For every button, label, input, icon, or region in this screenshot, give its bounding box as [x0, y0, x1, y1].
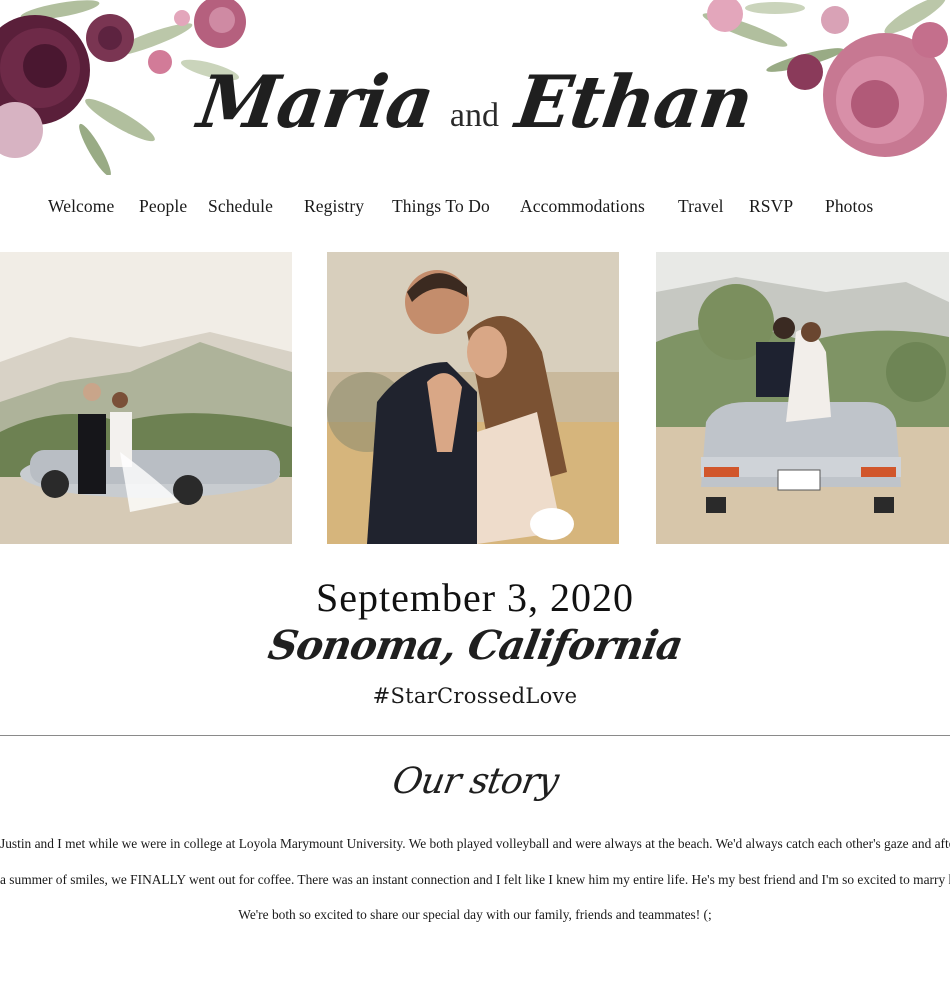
story-heading-text: Our story — [389, 761, 561, 802]
story-heading: Our story — [0, 760, 950, 802]
couple-names-header: Maria and Ethan — [0, 32, 950, 172]
story-paragraph-line-2: a summer of smiles, we FINALLY went out … — [0, 872, 950, 887]
nav-item-people[interactable]: People — [139, 196, 187, 217]
section-divider — [0, 735, 950, 736]
nav-item-registry[interactable]: Registry — [304, 196, 364, 217]
name-conjunction: and — [449, 97, 499, 134]
nav-item-schedule[interactable]: Schedule — [208, 196, 273, 217]
nav-item-travel[interactable]: Travel — [678, 196, 724, 217]
wedding-location-text: Sonoma, California — [264, 622, 686, 669]
wedding-hashtag: #StarCrossedLove — [372, 684, 578, 708]
nav-item-photos[interactable]: Photos — [825, 196, 873, 217]
couple-photo-car-side — [0, 252, 292, 544]
wedding-location: Sonoma, California — [0, 622, 950, 669]
main-navigation: Welcome People Schedule Registry Things … — [0, 196, 950, 222]
nav-item-welcome[interactable]: Welcome — [48, 196, 114, 217]
name-1: Maria — [192, 59, 438, 144]
story-paragraph-line-3: We're both so excited to share our speci… — [238, 907, 712, 922]
name-2: Ethan — [511, 59, 758, 144]
couple-photo-car-back — [656, 252, 949, 544]
nav-item-rsvp[interactable]: RSVP — [749, 196, 793, 217]
couple-photo-embrace — [327, 252, 619, 544]
wedding-date: September 3, 2020 — [315, 575, 635, 620]
story-paragraph-line-1: Justin and I met while we were in colleg… — [0, 836, 950, 851]
nav-item-things-to-do[interactable]: Things To Do — [392, 196, 490, 217]
nav-item-accommodations[interactable]: Accommodations — [520, 196, 645, 217]
